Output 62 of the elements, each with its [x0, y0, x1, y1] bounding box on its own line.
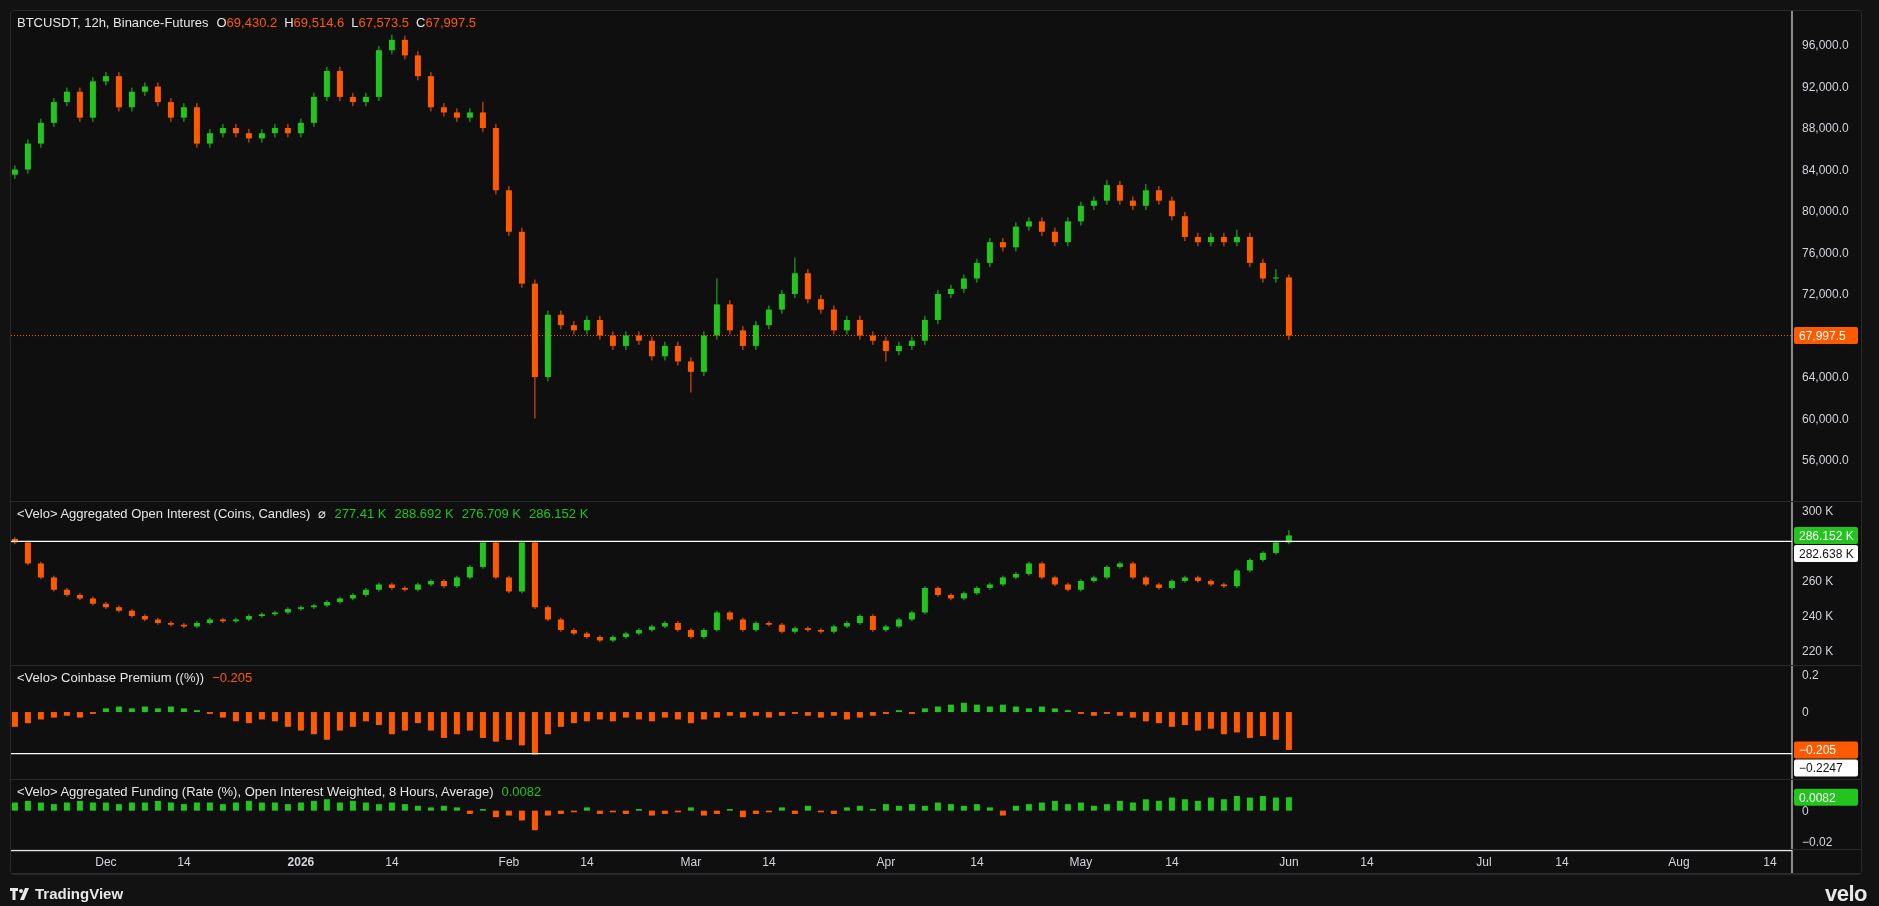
- legend-value: 288.692 K: [394, 506, 454, 521]
- legend-title: <Velo> Aggregated Open Interest (Coins, Candles): [17, 506, 311, 521]
- legend-title: <Velo> Aggregated Funding (Rate (%), Open Interest Weighted, 8 Hours, Average): [17, 784, 494, 799]
- axis-label: 60,000.0: [1802, 411, 1849, 426]
- time-label: 14: [1555, 855, 1569, 869]
- brand-name: velo: [1824, 880, 1867, 906]
- time-label: Feb: [498, 855, 520, 869]
- legend-value: −0.205: [212, 670, 253, 685]
- axis-label: 300 K: [1802, 503, 1834, 518]
- time-label: 14: [580, 855, 594, 869]
- axis-label: 72,000.0: [1802, 287, 1849, 301]
- time-label: 14: [1360, 855, 1374, 869]
- value-badge: −0.2247: [1794, 759, 1858, 777]
- time-label: Mar: [680, 855, 702, 869]
- value-badge: 282.638 K: [1794, 544, 1858, 562]
- time-label: 14: [1165, 855, 1179, 869]
- legend-value: 0.0082: [501, 784, 542, 799]
- value-badge: 286.152 K: [1794, 526, 1858, 544]
- legend-value: 277.41 K: [334, 506, 387, 521]
- time-label: 14: [970, 855, 984, 869]
- ohlc-value: O69,430.2: [216, 15, 278, 30]
- ref-line-label: 67,997.5: [1799, 329, 1847, 344]
- value-badge: 67,997.5: [1794, 327, 1858, 345]
- axis-label: 92,000.0: [1802, 79, 1849, 94]
- axis-label: 56,000.0: [1802, 453, 1849, 467]
- time-label: May: [1069, 855, 1093, 869]
- value-badge: 0.0082: [1794, 788, 1858, 806]
- axis-label: 80,000.0: [1802, 204, 1849, 219]
- axis-label: 0: [1802, 705, 1809, 720]
- legend-title: BTCUSDT, 12h, Binance-Futures: [17, 15, 209, 30]
- axis-label: 260 K: [1802, 573, 1834, 588]
- time-label: 14: [1763, 855, 1777, 869]
- axis-label: 76,000.0: [1802, 245, 1849, 260]
- time-label: Apr: [876, 855, 896, 869]
- axis-label: 0: [1802, 803, 1809, 818]
- time-label: Dec: [95, 855, 117, 869]
- axis-label: 220 K: [1802, 644, 1834, 658]
- ohlc-value: L67,573.5: [351, 15, 410, 30]
- ohlc-value: H69,514.6: [284, 15, 345, 30]
- ref-line-label: 282.638 K: [1799, 546, 1854, 561]
- axis-label: 64,000.0: [1802, 370, 1849, 384]
- axis-label: 96,000.0: [1802, 38, 1849, 53]
- ohlc-value: C67,997.5: [416, 15, 477, 30]
- brand-name: TradingView: [35, 885, 124, 902]
- time-label: Jun: [1279, 855, 1299, 869]
- legend-value: 276.709 K: [461, 506, 522, 521]
- time-label: 14: [177, 855, 191, 869]
- axis-label: 88,000.0: [1802, 121, 1849, 136]
- axis-label: 0.2: [1802, 668, 1819, 683]
- legend-title: <Velo> Coinbase Premium ((%)): [17, 670, 205, 685]
- value-badge: −0.205: [1794, 741, 1858, 759]
- time-label: 14: [762, 855, 776, 869]
- average-symbol: ⌀: [318, 506, 327, 521]
- axis-label: 240 K: [1802, 609, 1834, 623]
- time-label: Jul: [1476, 855, 1492, 869]
- ref-line-label: −0.2247: [1799, 761, 1844, 776]
- time-label: Aug: [1668, 855, 1690, 869]
- axis-label: 84,000.0: [1802, 162, 1849, 177]
- time-label: 2026: [287, 855, 315, 869]
- axis-label: −0.02: [1802, 835, 1833, 849]
- time-label: 14: [385, 855, 399, 869]
- legend-value: 286.152 K: [529, 506, 589, 521]
